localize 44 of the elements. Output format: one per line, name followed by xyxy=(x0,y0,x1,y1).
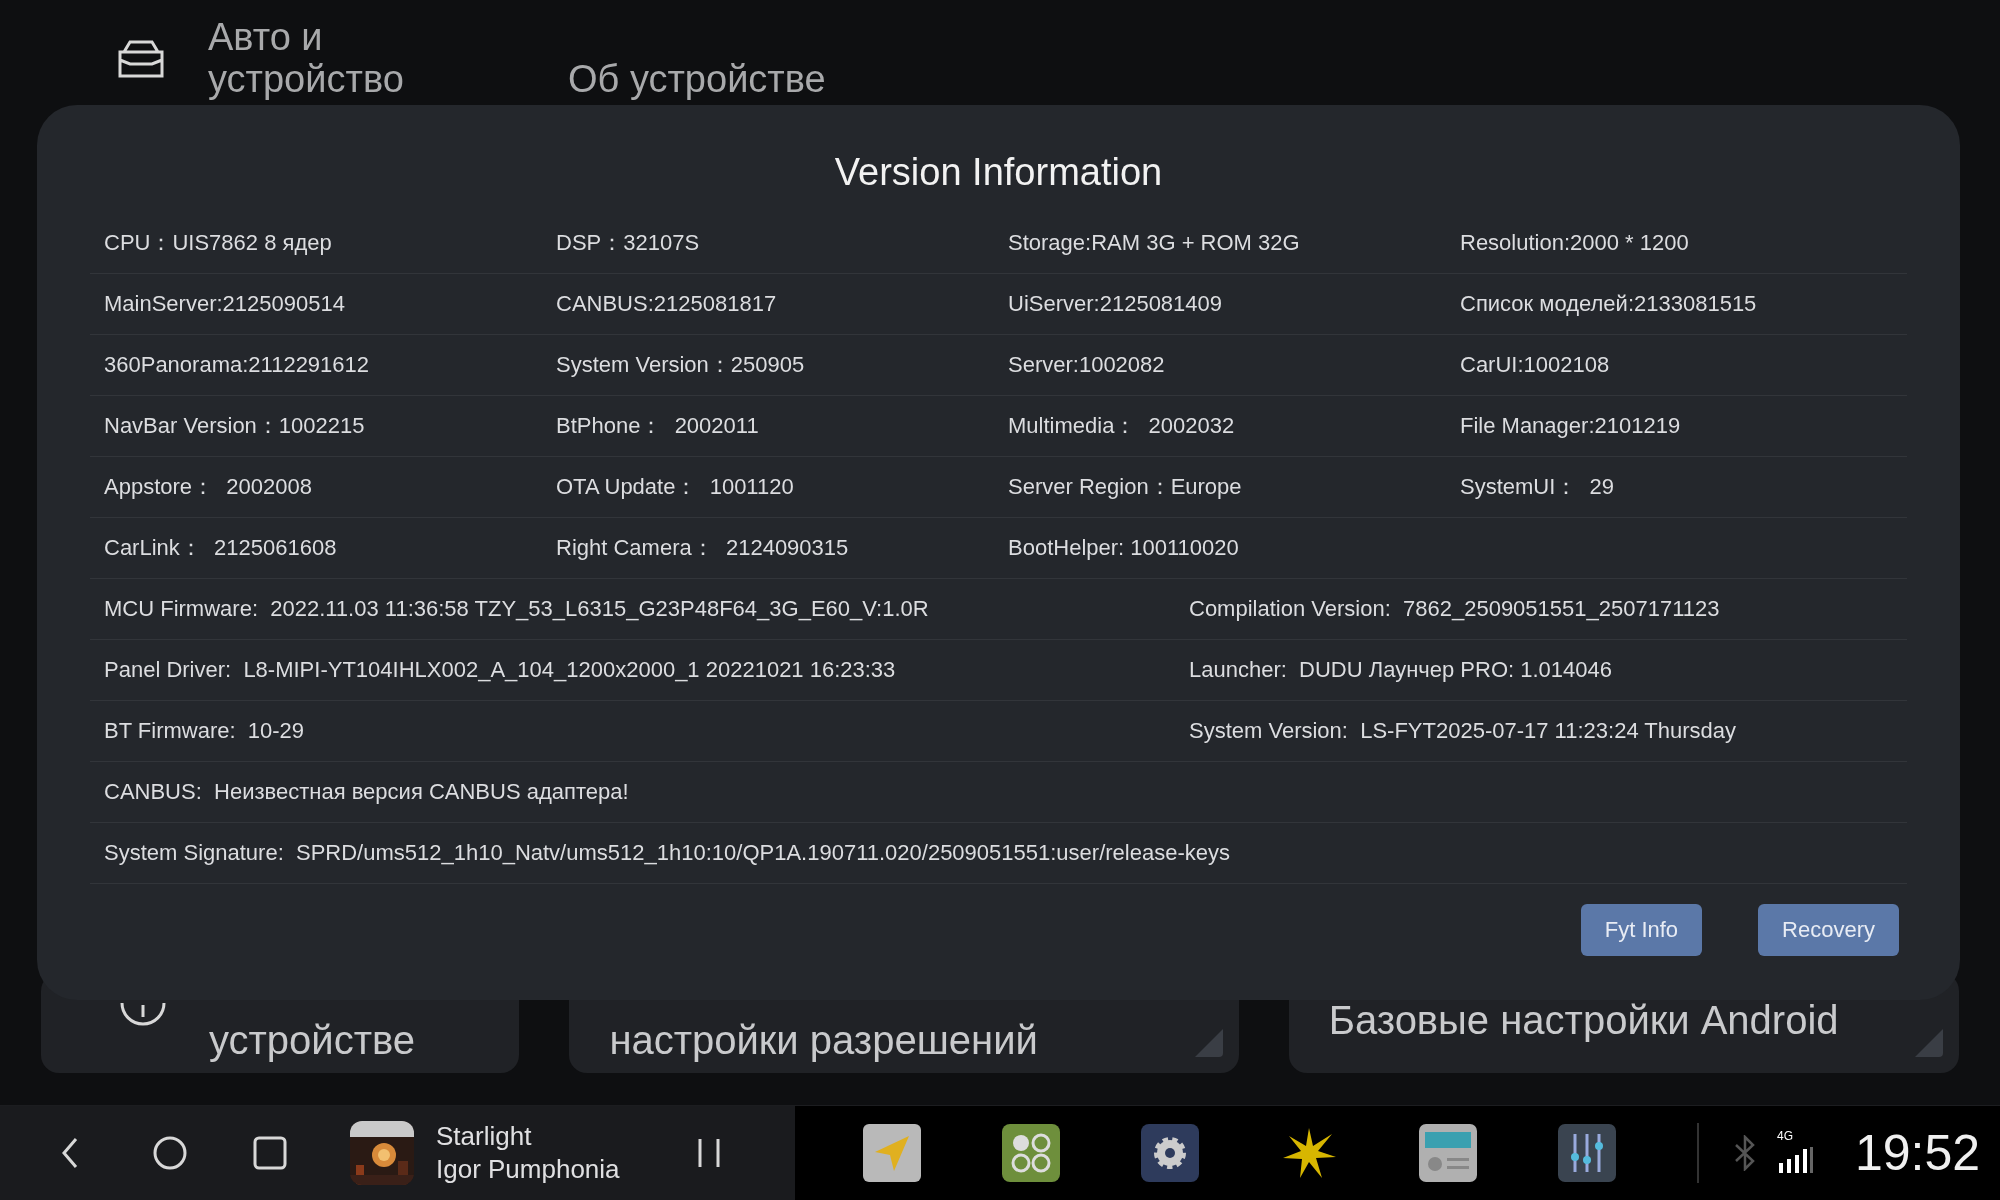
section-title: Об устройстве xyxy=(568,58,826,100)
track-title: Starlight xyxy=(436,1120,533,1153)
info-entry: Right Camera： 2124090315 xyxy=(556,534,850,562)
card-label: настройки разрешений xyxy=(609,1017,1038,1063)
info-entry: UiServer:2125081409 xyxy=(1008,291,1224,317)
info-entry: CarUI:1002108 xyxy=(1460,352,1611,378)
info-entry: Launcher: DUDU Лаунчер PRO: 1.014046 xyxy=(1189,657,1614,683)
card-label: Базовые настройки Android xyxy=(1328,997,1839,1043)
info-entry: System Version: LS-FYT2025-07-17 11:23:24 Thursday xyxy=(1189,718,1738,744)
info-entry: CarLink： 2125061608 xyxy=(104,534,338,562)
info-entry: Compilation Version: 7862_2509051551_2507171123 xyxy=(1189,596,1721,622)
dialog-button[interactable]: Fyt Info xyxy=(1580,904,1703,956)
info-entry: Multimedia： 2002032 xyxy=(1008,412,1236,440)
info-entry: OTA Update： 1001120 xyxy=(556,473,795,501)
info-entry: CANBUS:2125081817 xyxy=(556,291,778,317)
info-entry: MCU Firmware: 2022.11.03 11:36:58 TZY_53_L6315_G23P48F64_3G_E60_V:1.0R xyxy=(104,596,930,622)
dialog-button[interactable]: Recovery xyxy=(1758,904,1899,956)
info-entry: Panel Driver: L8-MIPI-YT104IHLX002_A_104_1200x2000_1 20221021 16:23:33 xyxy=(104,657,897,683)
info-entry: DSP：32107S xyxy=(556,229,701,257)
category-title: устройство xyxy=(208,58,405,100)
info-entry: Server Region：Europe xyxy=(1008,473,1243,501)
info-entry: BootHelper: 100110020 xyxy=(1008,535,1240,561)
track-artist: Igor Pumphonia xyxy=(436,1153,621,1186)
dialog-title: Version Information xyxy=(834,150,1163,195)
info-entry: CPU：UIS7862 8 ядер xyxy=(104,229,333,257)
info-entry: System Signature: SPRD/ums512_1h10_Natv/ums512_1h10:10/QP1A.190711.020/2509051551:user/release-keys xyxy=(104,840,1231,866)
info-entry: Resolution:2000 * 1200 xyxy=(1460,230,1690,256)
info-entry: SystemUI： 29 xyxy=(1460,473,1616,501)
category-title: Авто и xyxy=(208,16,324,58)
network-label: 4G xyxy=(1777,1129,1793,1143)
info-entry: Appstore： 2002008 xyxy=(104,473,313,501)
info-entry: File Manager:2101219 xyxy=(1460,413,1682,439)
info-entry: MainServer:2125090514 xyxy=(104,291,346,317)
info-entry: CANBUS: Неизвестная версия CANBUS адаптера! xyxy=(104,779,630,805)
clock: 19:52 xyxy=(1855,1124,1981,1182)
info-entry: NavBar Version：1002215 xyxy=(104,412,366,440)
info-entry: Storage:RAM 3G + ROM 32G xyxy=(1008,230,1301,256)
card-label: устройстве xyxy=(209,1017,416,1063)
info-entry: BtPhone： 2002011 xyxy=(556,412,760,440)
info-entry: BT Firmware: 10-29 xyxy=(104,718,306,744)
info-entry: Список моделей:2133081515 xyxy=(1460,291,1758,317)
info-entry: 360Panorama:2112291612 xyxy=(104,352,371,378)
info-entry: Server:1002082 xyxy=(1008,352,1166,378)
info-entry: System Version：250905 xyxy=(556,351,806,379)
